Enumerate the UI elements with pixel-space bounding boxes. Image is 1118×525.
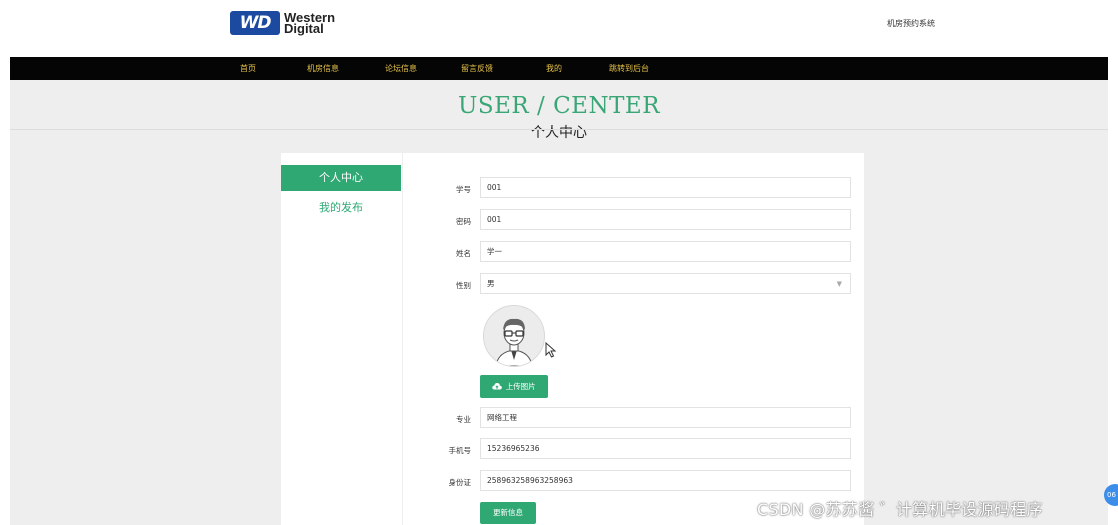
site-header: WD Western Digital 机房预约系统	[10, 0, 1108, 57]
student-id-label: 学号	[456, 185, 471, 194]
name-label: 姓名	[456, 249, 471, 258]
page-edge-left	[0, 0, 10, 525]
upload-image-label: 上传图片	[505, 382, 536, 391]
floating-badge[interactable]: 06	[1104, 484, 1118, 506]
user-sidebar: 个人中心 我的发布	[281, 153, 402, 525]
profile-form: 学号 001 密码 001 姓名 学一 性别 男 ▼ 上传图片 专业 网络工程 …	[403, 153, 864, 525]
id-card-input[interactable]: 258963258963258963	[480, 470, 851, 491]
major-label: 专业	[456, 415, 471, 424]
page-title-en: USER / CENTER	[457, 93, 661, 119]
wd-logo-icon: WD	[230, 11, 280, 35]
nav-item-admin[interactable]: 跳转到后台	[609, 63, 649, 74]
gender-value: 男	[487, 279, 495, 288]
sidebar-item-profile[interactable]: 个人中心	[281, 165, 401, 191]
hero-divider	[10, 129, 1108, 130]
sidebar-item-my-posts[interactable]: 我的发布	[281, 199, 401, 215]
page-title-cn: 个人中心	[531, 125, 587, 141]
nav-item-feedback[interactable]: 留言反馈	[461, 63, 493, 74]
update-info-button[interactable]: 更新信息	[480, 502, 536, 524]
nav-item-mine[interactable]: 我的	[546, 63, 562, 74]
name-input[interactable]: 学一	[480, 241, 851, 262]
password-label: 密码	[456, 217, 471, 226]
phone-input[interactable]: 15236965236	[480, 438, 851, 459]
main-nav: 首页 机房信息 论坛信息 留言反馈 我的 跳转到后台	[10, 57, 1108, 80]
avatar-man-icon	[483, 305, 545, 367]
page-edge-right	[1108, 0, 1118, 525]
cloud-upload-icon	[492, 382, 503, 390]
password-input[interactable]: 001	[480, 209, 851, 230]
nav-item-home[interactable]: 首页	[240, 63, 256, 74]
nav-item-rooms[interactable]: 机房信息	[307, 63, 339, 74]
csdn-watermark: CSDN @苏苏酱 ゛计算机毕设源码程序	[757, 500, 1043, 519]
gender-label: 性别	[456, 281, 471, 290]
gender-select[interactable]: 男 ▼	[480, 273, 851, 294]
upload-image-button[interactable]: 上传图片	[480, 375, 548, 398]
id-card-label: 身份证	[448, 478, 472, 487]
mouse-cursor-icon	[545, 342, 557, 358]
major-input[interactable]: 网络工程	[480, 407, 851, 428]
student-id-input[interactable]: 001	[480, 177, 851, 198]
select-chevron-icon: ▼	[836, 280, 842, 288]
nav-item-forum[interactable]: 论坛信息	[385, 63, 417, 74]
site-title: 机房预约系统	[887, 19, 935, 28]
page-hero: USER / CENTER 个人中心	[10, 80, 1108, 141]
site-logo[interactable]: WD Western Digital	[230, 11, 335, 35]
logo-wordmark: Western Digital	[284, 11, 335, 35]
phone-label: 手机号	[448, 446, 472, 455]
